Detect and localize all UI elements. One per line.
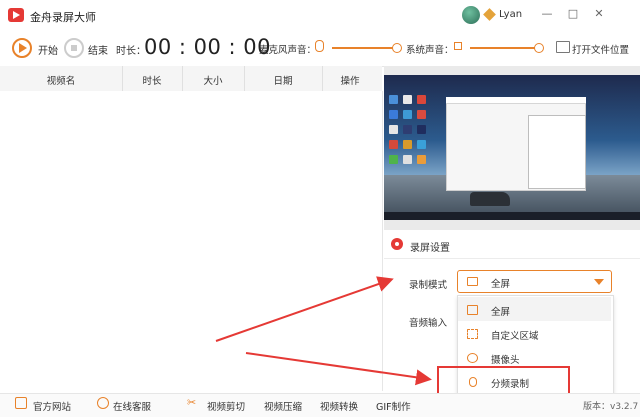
desktop-app-icon bbox=[403, 125, 412, 134]
system-volume-label: 系统声音： bbox=[406, 45, 454, 56]
mic-volume-slider[interactable] bbox=[332, 47, 396, 49]
folder-icon[interactable] bbox=[556, 41, 570, 53]
official-site-link[interactable]: 官方网站 bbox=[33, 399, 71, 413]
duration-label: 时长： bbox=[116, 46, 146, 57]
record-timer: 00 : 00 : 00 bbox=[144, 35, 272, 59]
video-convert-button[interactable]: 视频转换 bbox=[320, 399, 358, 413]
video-cut-button[interactable]: 视频剪切 bbox=[207, 399, 245, 413]
desktop-app-icon bbox=[417, 110, 426, 119]
desktop-app-icon bbox=[403, 110, 412, 119]
mic-volume-slider-handle[interactable] bbox=[392, 43, 402, 53]
app-title: 金舟录屏大师 bbox=[30, 11, 96, 24]
stop-record-button[interactable] bbox=[64, 38, 84, 58]
desktop-app-icon bbox=[389, 125, 398, 134]
column-header-size[interactable]: 大小 bbox=[182, 73, 244, 87]
person-icon bbox=[97, 397, 109, 409]
desktop-app-icon bbox=[417, 140, 426, 149]
desktop-app-icon bbox=[403, 95, 412, 104]
record-mode-select[interactable] bbox=[457, 270, 612, 293]
column-header-duration[interactable]: 时长 bbox=[122, 73, 182, 87]
online-support-link[interactable]: 在线客服 bbox=[113, 399, 151, 413]
minimize-button[interactable]: — bbox=[540, 7, 554, 21]
start-label[interactable]: 开始 bbox=[38, 42, 58, 57]
system-volume-slider-handle[interactable] bbox=[534, 43, 544, 53]
system-volume-slider[interactable] bbox=[470, 47, 538, 49]
desktop-app-icon bbox=[389, 95, 398, 104]
option-label[interactable]: 全屏 bbox=[491, 304, 510, 318]
desktop-app-icon bbox=[417, 155, 426, 164]
avatar[interactable] bbox=[462, 6, 480, 24]
recordings-table-body[interactable] bbox=[0, 91, 383, 391]
camera-icon bbox=[467, 353, 478, 363]
open-folder-button[interactable]: 打开文件位置 bbox=[572, 42, 629, 56]
record-mode-label: 录制模式 bbox=[409, 280, 448, 291]
gear-icon bbox=[391, 238, 403, 250]
microphone-icon[interactable] bbox=[315, 40, 324, 52]
gif-maker-button[interactable]: GIF制作 bbox=[376, 399, 411, 413]
column-header-name[interactable]: 视频名 bbox=[0, 73, 122, 87]
mic-volume-label: 麦克风声音： bbox=[259, 45, 317, 56]
region-select-icon bbox=[467, 329, 478, 339]
option-label[interactable]: 摄像头 bbox=[491, 352, 520, 366]
desktop-app-icon bbox=[389, 140, 398, 149]
preview-vehicle bbox=[470, 192, 510, 206]
settings-title: 录屏设置 bbox=[410, 243, 450, 254]
speaker-icon[interactable] bbox=[454, 42, 462, 50]
column-header-date[interactable]: 日期 bbox=[244, 73, 322, 87]
desktop-app-icon bbox=[417, 125, 426, 134]
chevron-down-icon[interactable] bbox=[594, 279, 604, 285]
monitor-icon bbox=[467, 277, 478, 286]
desktop-app-icon bbox=[403, 155, 412, 164]
preview-app-window-titlebar bbox=[446, 97, 586, 104]
close-button[interactable]: ✕ bbox=[592, 7, 606, 21]
desktop-app-icon bbox=[389, 155, 398, 164]
desktop-app-icon bbox=[417, 95, 426, 104]
maximize-button[interactable]: □ bbox=[566, 7, 580, 21]
scissors-icon: ✂ bbox=[187, 396, 197, 409]
desktop-app-icon bbox=[403, 140, 412, 149]
app-logo-icon bbox=[8, 8, 24, 22]
video-compress-button[interactable]: 视频压缩 bbox=[264, 399, 302, 413]
monitor-icon bbox=[15, 397, 27, 409]
desktop-app-icon bbox=[389, 110, 398, 119]
monitor-icon bbox=[467, 305, 478, 315]
audio-input-label: 音频输入 bbox=[409, 318, 448, 329]
record-mode-selected-value[interactable]: 全屏 bbox=[491, 276, 510, 290]
start-record-button[interactable] bbox=[12, 38, 32, 58]
stop-label[interactable]: 结束 bbox=[88, 42, 108, 57]
preview-dialog-window bbox=[528, 115, 586, 189]
preview-taskbar bbox=[384, 212, 640, 220]
record-mode-option-fullscreen[interactable] bbox=[458, 297, 611, 321]
option-label[interactable]: 自定义区域 bbox=[491, 328, 539, 342]
column-header-actions[interactable]: 操作 bbox=[322, 73, 378, 87]
username[interactable]: Lyan bbox=[499, 9, 522, 20]
divider bbox=[384, 258, 640, 259]
version-label: 版本：v3.2.7 bbox=[583, 402, 639, 412]
